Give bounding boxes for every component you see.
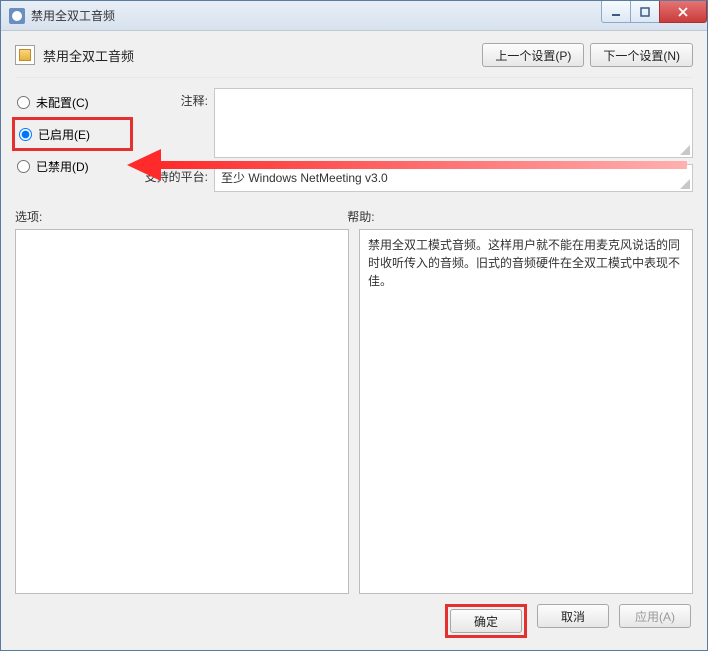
help-text: 禁用全双工模式音频。这样用户就不能在用麦克风说话的同时收听传入的音频。旧式的音频… [368,238,680,288]
section-labels: 选项: 帮助: [15,208,693,225]
apply-button[interactable]: 应用(A) [619,604,691,628]
radio-disabled-label: 已禁用(D) [36,158,89,175]
resize-grip-icon[interactable] [678,177,690,189]
radio-enabled[interactable]: 已启用(E) [17,122,128,146]
comment-label: 注释: [138,88,208,109]
maximize-icon [640,7,650,17]
titlebar[interactable]: 禁用全双工音频 [1,1,707,31]
platform-box: 至少 Windows NetMeeting v3.0 [214,164,693,192]
radio-column: 未配置(C) 已启用(E) 已禁用(D) [15,88,130,192]
options-label: 选项: [15,208,347,225]
close-button[interactable] [659,1,707,23]
header-left: 禁用全双工音频 [15,45,134,65]
policy-dialog: 禁用全双工音频 禁用全双工音频 上一个设置(P) 下一个设置(N) [0,0,708,651]
header-row: 禁用全双工音频 上一个设置(P) 下一个设置(N) [15,43,693,67]
comment-row: 注释: [138,88,693,158]
window-controls [602,1,707,23]
policy-icon [15,45,35,65]
resize-grip-icon[interactable] [678,143,690,155]
radio-enabled-input[interactable] [19,128,32,141]
dialog-content: 禁用全双工音频 上一个设置(P) 下一个设置(N) 未配置(C) 已启用(E) [1,31,707,650]
next-setting-button[interactable]: 下一个设置(N) [590,43,693,67]
divider [15,77,693,78]
window-title: 禁用全双工音频 [31,7,115,24]
ok-highlight: 确定 [445,604,527,638]
options-panel[interactable] [15,229,349,594]
help-panel[interactable]: 禁用全双工模式音频。这样用户就不能在用麦克风说话的同时收听传入的音频。旧式的音频… [359,229,693,594]
radio-disabled-input[interactable] [17,160,30,173]
policy-title: 禁用全双工音频 [43,46,134,65]
previous-setting-button[interactable]: 上一个设置(P) [482,43,584,67]
minimize-button[interactable] [601,1,631,23]
radio-enabled-label: 已启用(E) [38,126,90,143]
enabled-highlight: 已启用(E) [12,117,133,151]
platform-row: 支持的平台: 至少 Windows NetMeeting v3.0 [138,164,693,192]
nav-buttons: 上一个设置(P) 下一个设置(N) [482,43,693,67]
minimize-icon [611,7,621,17]
platform-value: 至少 Windows NetMeeting v3.0 [221,171,388,185]
lower-area: 禁用全双工模式音频。这样用户就不能在用麦克风说话的同时收听传入的音频。旧式的音频… [15,229,693,594]
radio-not-configured-label: 未配置(C) [36,94,89,111]
bottom-bar: 确定 取消 应用(A) [15,594,693,640]
upper-area: 未配置(C) 已启用(E) 已禁用(D) 注释: [15,88,693,192]
app-icon [9,8,25,24]
description-column: 注释: 支持的平台: 至少 Windows NetMeeting v3.0 [138,88,693,192]
radio-disabled[interactable]: 已禁用(D) [15,154,130,178]
radio-not-configured-input[interactable] [17,96,30,109]
radio-not-configured[interactable]: 未配置(C) [15,90,130,114]
maximize-button[interactable] [630,1,660,23]
help-label: 帮助: [347,208,693,225]
comment-textarea[interactable] [214,88,693,158]
cancel-button[interactable]: 取消 [537,604,609,628]
platform-label: 支持的平台: [138,164,208,185]
close-icon [677,7,689,17]
ok-button[interactable]: 确定 [450,609,522,633]
